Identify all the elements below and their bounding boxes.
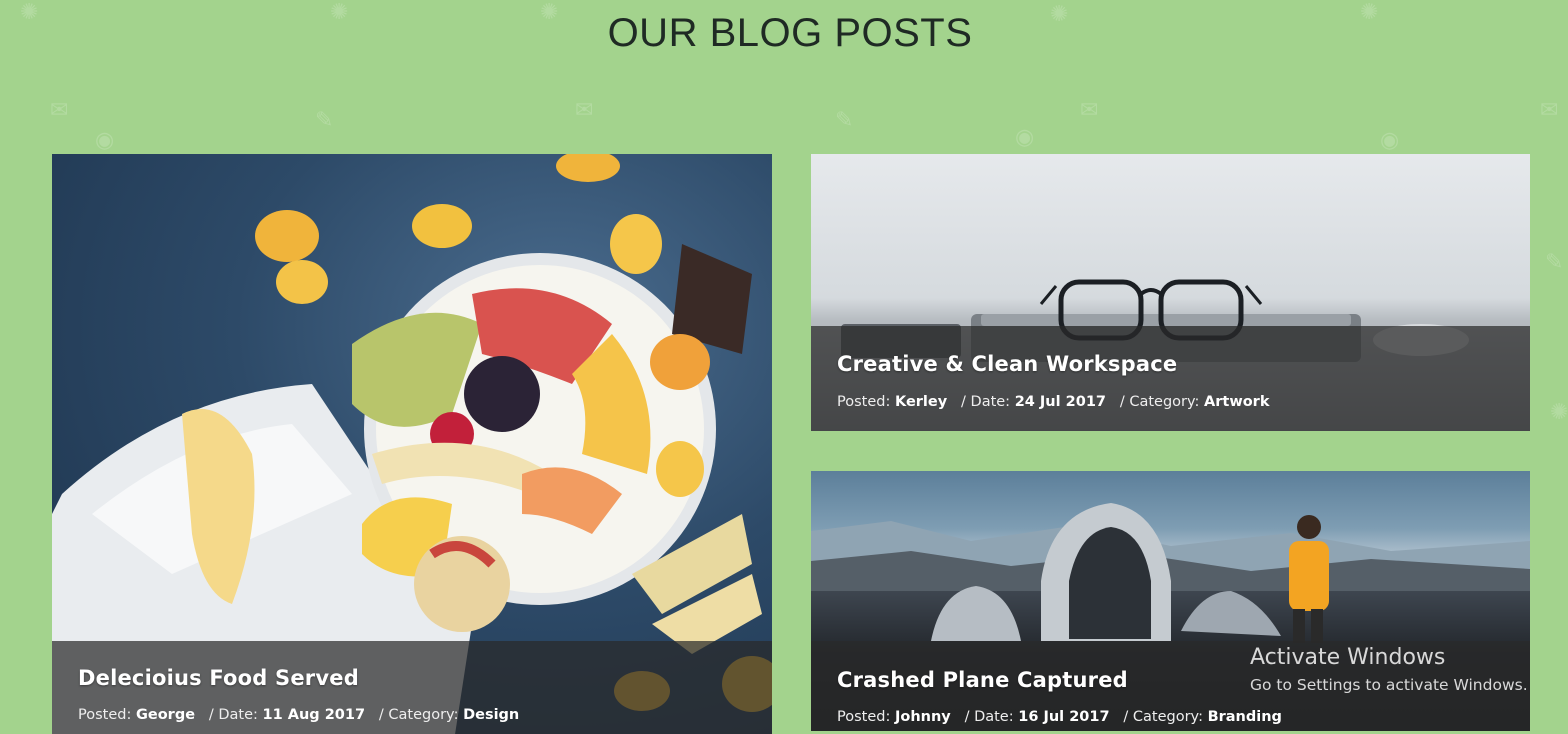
category-label: / Category: (1123, 709, 1203, 725)
date-label: / Date: (961, 394, 1011, 410)
blog-card-workspace[interactable]: Creative & Clean Workspace Posted: Kerle… (811, 154, 1530, 431)
blog-card-food[interactable]: Delecioius Food Served Posted: George / … (52, 154, 772, 734)
post-title[interactable]: Creative & Clean Workspace (837, 352, 1177, 376)
category-label: / Category: (378, 707, 459, 723)
post-category[interactable]: Artwork (1204, 394, 1269, 410)
post-title[interactable]: Crashed Plane Captured (837, 668, 1128, 692)
category-label: / Category: (1119, 394, 1200, 410)
post-meta: Posted: George / Date: 11 Aug 2017 / Cat… (78, 707, 519, 723)
post-title[interactable]: Delecioius Food Served (78, 666, 359, 690)
card-overlay (811, 326, 1530, 431)
post-author[interactable]: George (136, 707, 195, 723)
post-date: 24 Jul 2017 (1014, 394, 1107, 410)
posted-label: Posted: (78, 707, 132, 723)
post-date: 11 Aug 2017 (262, 707, 366, 723)
post-author[interactable]: Kerley (895, 394, 947, 410)
watermark-subtitle: Go to Settings to activate Windows. (1250, 676, 1528, 694)
post-category[interactable]: Branding (1208, 709, 1282, 725)
post-author[interactable]: Johnny (895, 709, 951, 725)
post-meta: Posted: Johnny / Date: 16 Jul 2017 / Cat… (837, 709, 1282, 725)
date-label: / Date: (964, 709, 1014, 725)
section-title: OUR BLOG POSTS (607, 11, 973, 55)
post-date: 16 Jul 2017 (1018, 709, 1110, 725)
activate-windows-watermark: Activate Windows Go to Settings to activ… (1250, 645, 1528, 694)
date-label: / Date: (208, 707, 258, 723)
posted-label: Posted: (837, 709, 891, 725)
post-meta: Posted: Kerley / Date: 24 Jul 2017 / Cat… (837, 394, 1269, 410)
watermark-title: Activate Windows (1250, 645, 1446, 670)
posted-label: Posted: (837, 394, 891, 410)
post-category[interactable]: Design (463, 707, 519, 723)
